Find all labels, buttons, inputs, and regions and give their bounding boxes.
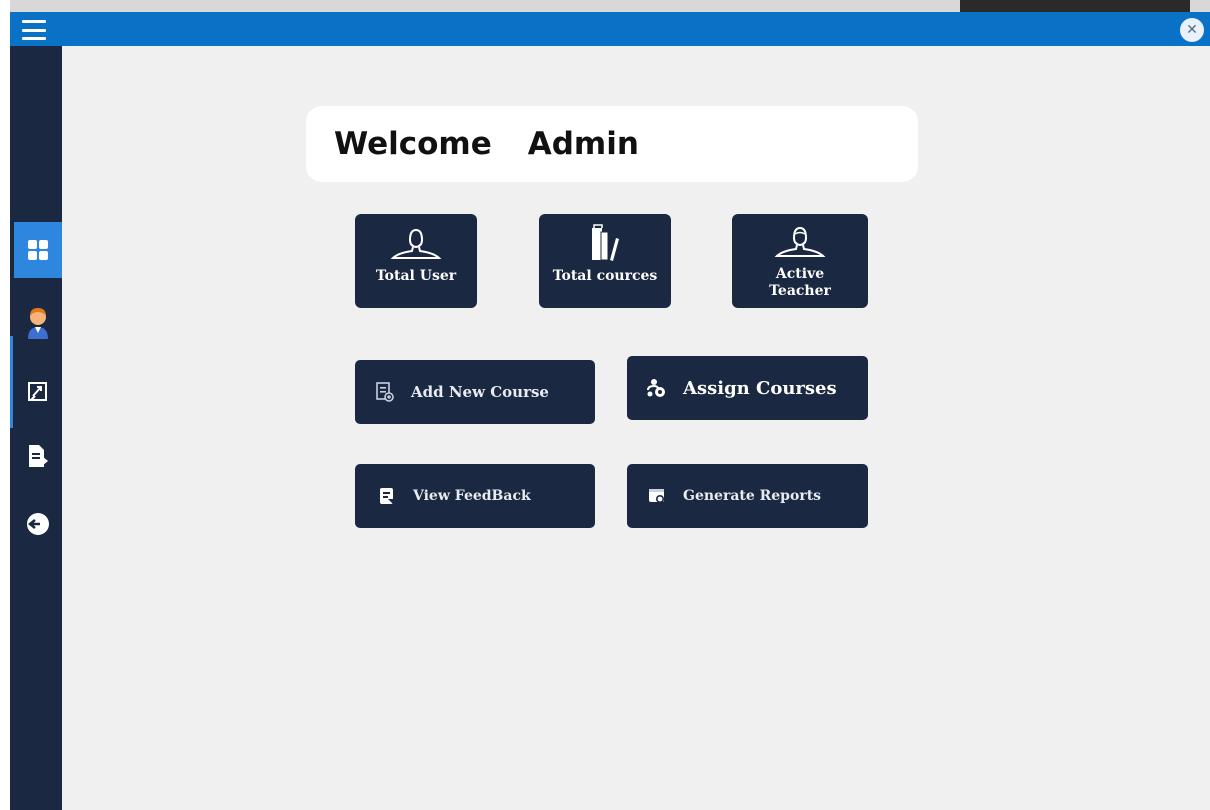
active-teacher-label-line1: Active xyxy=(775,266,825,282)
teacher-outline-icon xyxy=(774,226,826,257)
course-edit-icon xyxy=(28,382,47,401)
feedback-icon xyxy=(380,488,393,504)
reports-icon xyxy=(649,489,664,503)
sidebar-item-courses[interactable] xyxy=(14,364,62,420)
generate-reports-label: Generate Reports xyxy=(683,488,822,504)
sidebar-item-documents[interactable] xyxy=(14,428,62,484)
sidebar-item-dashboard[interactable] xyxy=(14,222,62,278)
main-content: Welcome Admin Total User Total cources A… xyxy=(62,46,1210,810)
welcome-banner: Welcome Admin xyxy=(306,106,918,182)
add-course-icon xyxy=(376,382,394,402)
assign-courses-button[interactable]: Assign Courses xyxy=(627,356,868,420)
books-icon xyxy=(592,224,619,261)
hamburger-menu-icon[interactable] xyxy=(22,20,46,40)
title-bar: ✕ xyxy=(10,12,1210,46)
sidebar-accent-bar xyxy=(10,336,13,428)
total-user-label: Total User xyxy=(375,268,457,284)
active-teacher-label: Active Teacher xyxy=(769,266,831,300)
close-icon[interactable]: ✕ xyxy=(1180,18,1204,42)
view-feedback-button[interactable]: View FeedBack xyxy=(355,464,595,528)
assign-users-icon xyxy=(647,379,665,397)
sidebar-item-logout[interactable] xyxy=(14,496,62,552)
active-teacher-card[interactable]: Active Teacher xyxy=(732,214,868,308)
total-courses-label: Total cources xyxy=(552,268,658,284)
sidebar-item-users[interactable] xyxy=(14,294,62,350)
add-new-course-label: Add New Course xyxy=(411,383,549,401)
logout-icon xyxy=(27,513,49,535)
document-icon xyxy=(29,445,48,467)
total-user-card[interactable]: Total User xyxy=(355,214,477,308)
sidebar xyxy=(10,46,62,810)
active-teacher-label-line2: Teacher xyxy=(769,283,831,299)
window-top-strip-dark xyxy=(960,0,1190,12)
user-avatar-icon xyxy=(28,308,48,339)
window-top-strip xyxy=(10,0,1210,12)
dashboard-grid-icon xyxy=(28,240,48,260)
welcome-text: Welcome xyxy=(334,126,492,162)
admin-name: Admin xyxy=(527,126,639,162)
add-new-course-button[interactable]: Add New Course xyxy=(355,360,595,424)
view-feedback-label: View FeedBack xyxy=(413,488,531,504)
assign-courses-label: Assign Courses xyxy=(683,377,837,399)
total-courses-card[interactable]: Total cources xyxy=(539,214,671,308)
generate-reports-button[interactable]: Generate Reports xyxy=(627,464,868,528)
user-outline-icon xyxy=(390,228,442,259)
